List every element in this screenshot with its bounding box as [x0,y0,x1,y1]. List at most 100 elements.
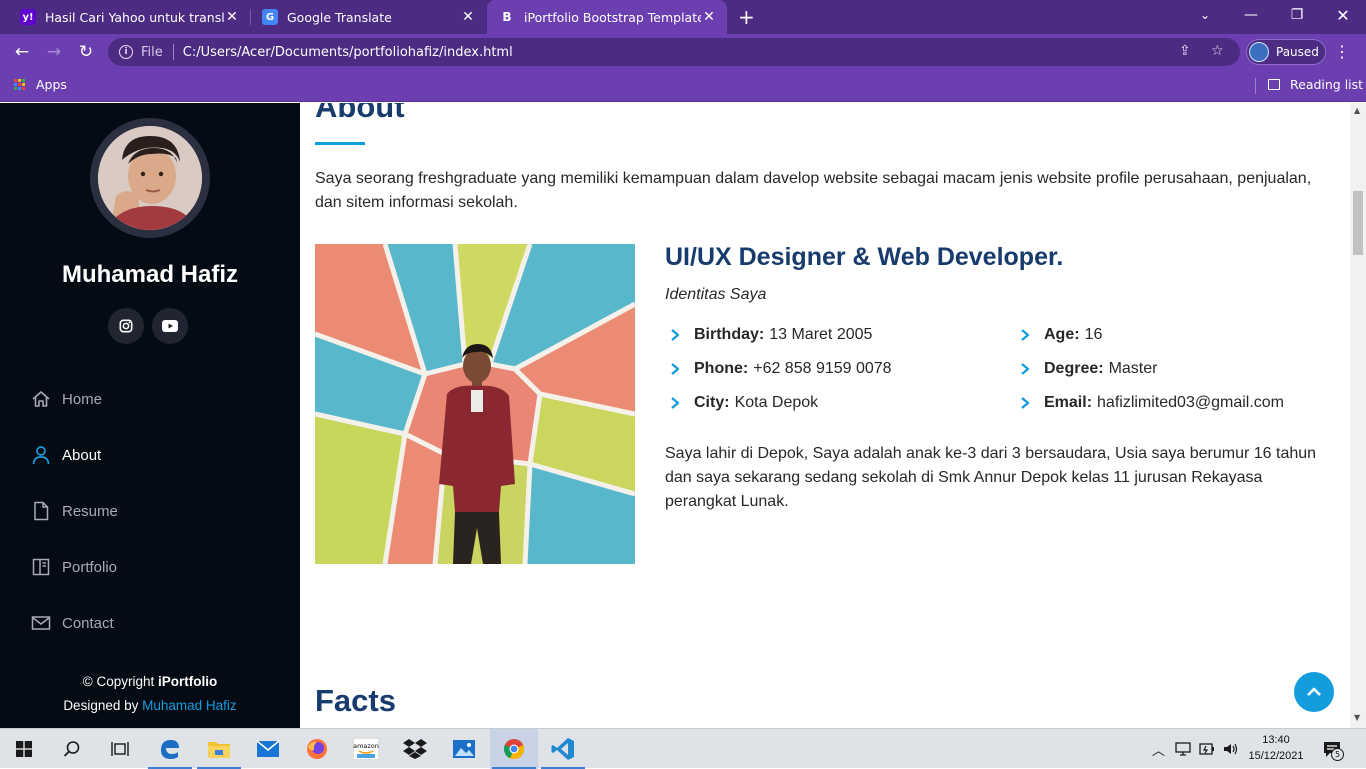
tab-search-icon[interactable]: ⌄ [1182,0,1228,30]
restore-icon[interactable]: ❐ [1274,0,1320,30]
taskbar-vscode[interactable] [539,729,587,769]
portrait-image [315,244,635,564]
task-view-button[interactable] [96,729,144,769]
nav-portfolio[interactable]: Portfolio [30,552,117,582]
forward-icon[interactable]: → [40,38,68,66]
nav-label: About [62,446,102,464]
start-button[interactable] [0,729,48,769]
about-bio: Saya lahir di Depok, Saya adalah anak ke… [665,445,1317,510]
about-intro: Saya seorang freshgraduate yang memiliki… [315,170,1312,211]
youtube-link[interactable] [152,308,188,344]
page-scrollbar[interactable]: ▲ ▼ [1350,103,1366,728]
clock-date: 15/12/2021 [1248,750,1304,762]
book-icon [30,556,52,578]
volume-icon[interactable] [1223,742,1239,756]
profile-status: Paused [1276,45,1319,59]
close-tab-icon[interactable]: ✕ [701,9,717,25]
scroll-down-icon[interactable]: ▼ [1354,713,1360,722]
role-title: UI/UX Designer & Web Developer. [665,243,1064,271]
info-label: Email: [1044,394,1093,411]
info-phone: Phone: +62 858 9159 0078 [668,360,892,378]
instagram-link[interactable] [108,308,144,344]
instagram-icon [119,319,133,333]
taskbar-firefox[interactable] [293,729,341,769]
browser-toolbar: ← → ↻ i File C:/Users/Acer/Documents/por… [0,34,1366,70]
windows-start-icon [16,741,32,757]
taskbar-clock[interactable]: 13:40 15/12/2021 [1244,732,1308,764]
mail-icon [256,740,280,757]
reading-list-button[interactable]: Reading list [1268,77,1363,92]
taskbar-mail[interactable] [244,729,292,769]
profile-button[interactable]: Paused [1246,39,1326,65]
apps-grid-icon [14,78,26,91]
bookmark-star-icon[interactable]: ☆ [1211,43,1224,59]
back-icon[interactable]: ← [8,38,36,66]
photos-icon [453,740,475,758]
info-icon[interactable]: i [119,45,133,59]
apps-button[interactable]: Apps [14,77,67,92]
section-title-facts: Facts [315,683,396,718]
brand-name: iPortfolio [157,674,218,689]
home-icon [30,388,52,410]
taskbar-edge[interactable] [146,729,194,769]
tab-yahoo[interactable]: y! Hasil Cari Yahoo untuk translate ✕ [8,0,250,34]
close-tab-icon[interactable]: ✕ [224,9,240,25]
search-icon [63,741,80,757]
address-bar[interactable]: i File C:/Users/Acer/Documents/portfolio… [108,38,1240,66]
bootstrap-icon: B [502,10,512,24]
reload-icon[interactable]: ↻ [72,38,100,66]
copyright-line: © Copyright iPortfolio [0,670,300,694]
arrow-up-icon [1307,687,1321,696]
bookmarks-divider [1255,78,1256,94]
designer-link[interactable]: Muhamad Hafiz [142,698,237,713]
share-icon[interactable]: ⇪ [1179,43,1191,59]
clock-time: 13:40 [1262,734,1290,746]
chevron-up-icon[interactable]: ︿ [1152,740,1165,759]
battery-icon[interactable] [1199,742,1215,756]
menu-icon[interactable]: ⋮ [1334,42,1350,61]
copyright-text: © Copyright [82,674,158,689]
nav-about[interactable]: About [30,440,101,470]
taskbar-amazon[interactable]: amazon [342,729,390,769]
yahoo-icon: y! [20,9,36,25]
nav-contact[interactable]: Contact [30,608,114,638]
url-text[interactable]: C:/Users/Acer/Documents/portfoliohafiz/i… [183,45,513,60]
info-city: City: Kota Depok [668,394,818,412]
chevron-right-icon [671,397,680,409]
scroll-up-icon[interactable]: ▲ [1354,106,1360,115]
nav-label: Contact [62,614,114,632]
tab-google-translate[interactable]: G Google Translate ✕ [250,0,486,34]
minimize-icon[interactable]: — [1228,0,1274,30]
section-title-about: About [315,103,405,124]
tab-title: Google Translate [287,9,392,25]
apps-label: Apps [36,77,67,92]
taskbar-file-explorer[interactable] [195,729,243,769]
close-window-icon[interactable]: ✕ [1320,0,1366,30]
file-explorer-icon [208,742,230,758]
taskbar-dropbox[interactable] [391,729,439,769]
scheme-label: File [141,44,163,60]
taskbar-photos[interactable] [440,729,488,769]
network-icon[interactable] [1175,742,1191,756]
notification-center-button[interactable]: 5 [1322,739,1344,765]
sidebar: Muhamad Hafiz Home About Resume Portfoli… [0,103,300,728]
scroll-thumb[interactable] [1353,191,1363,255]
taskbar-chrome[interactable] [490,729,538,769]
search-button[interactable] [48,729,96,769]
new-tab-icon[interactable]: + [738,5,755,29]
vscode-icon [551,738,574,760]
reading-list-label: Reading list [1290,77,1364,92]
close-tab-icon[interactable]: ✕ [460,9,476,25]
nav-resume[interactable]: Resume [30,496,118,526]
back-to-top-button[interactable] [1294,672,1334,712]
info-value: hafizlimited03@gmail.com [1097,394,1284,411]
nav-label: Home [62,390,103,408]
about-photo [315,244,635,564]
info-age: Age: 16 [1018,326,1102,344]
title-underline [315,142,365,145]
nav-home[interactable]: Home [30,384,102,414]
youtube-icon [162,320,178,332]
info-value: Master [1108,360,1158,377]
tab-iportfolio[interactable]: B iPortfolio Bootstrap Template - In ✕ [487,0,727,34]
firefox-icon [307,739,327,759]
